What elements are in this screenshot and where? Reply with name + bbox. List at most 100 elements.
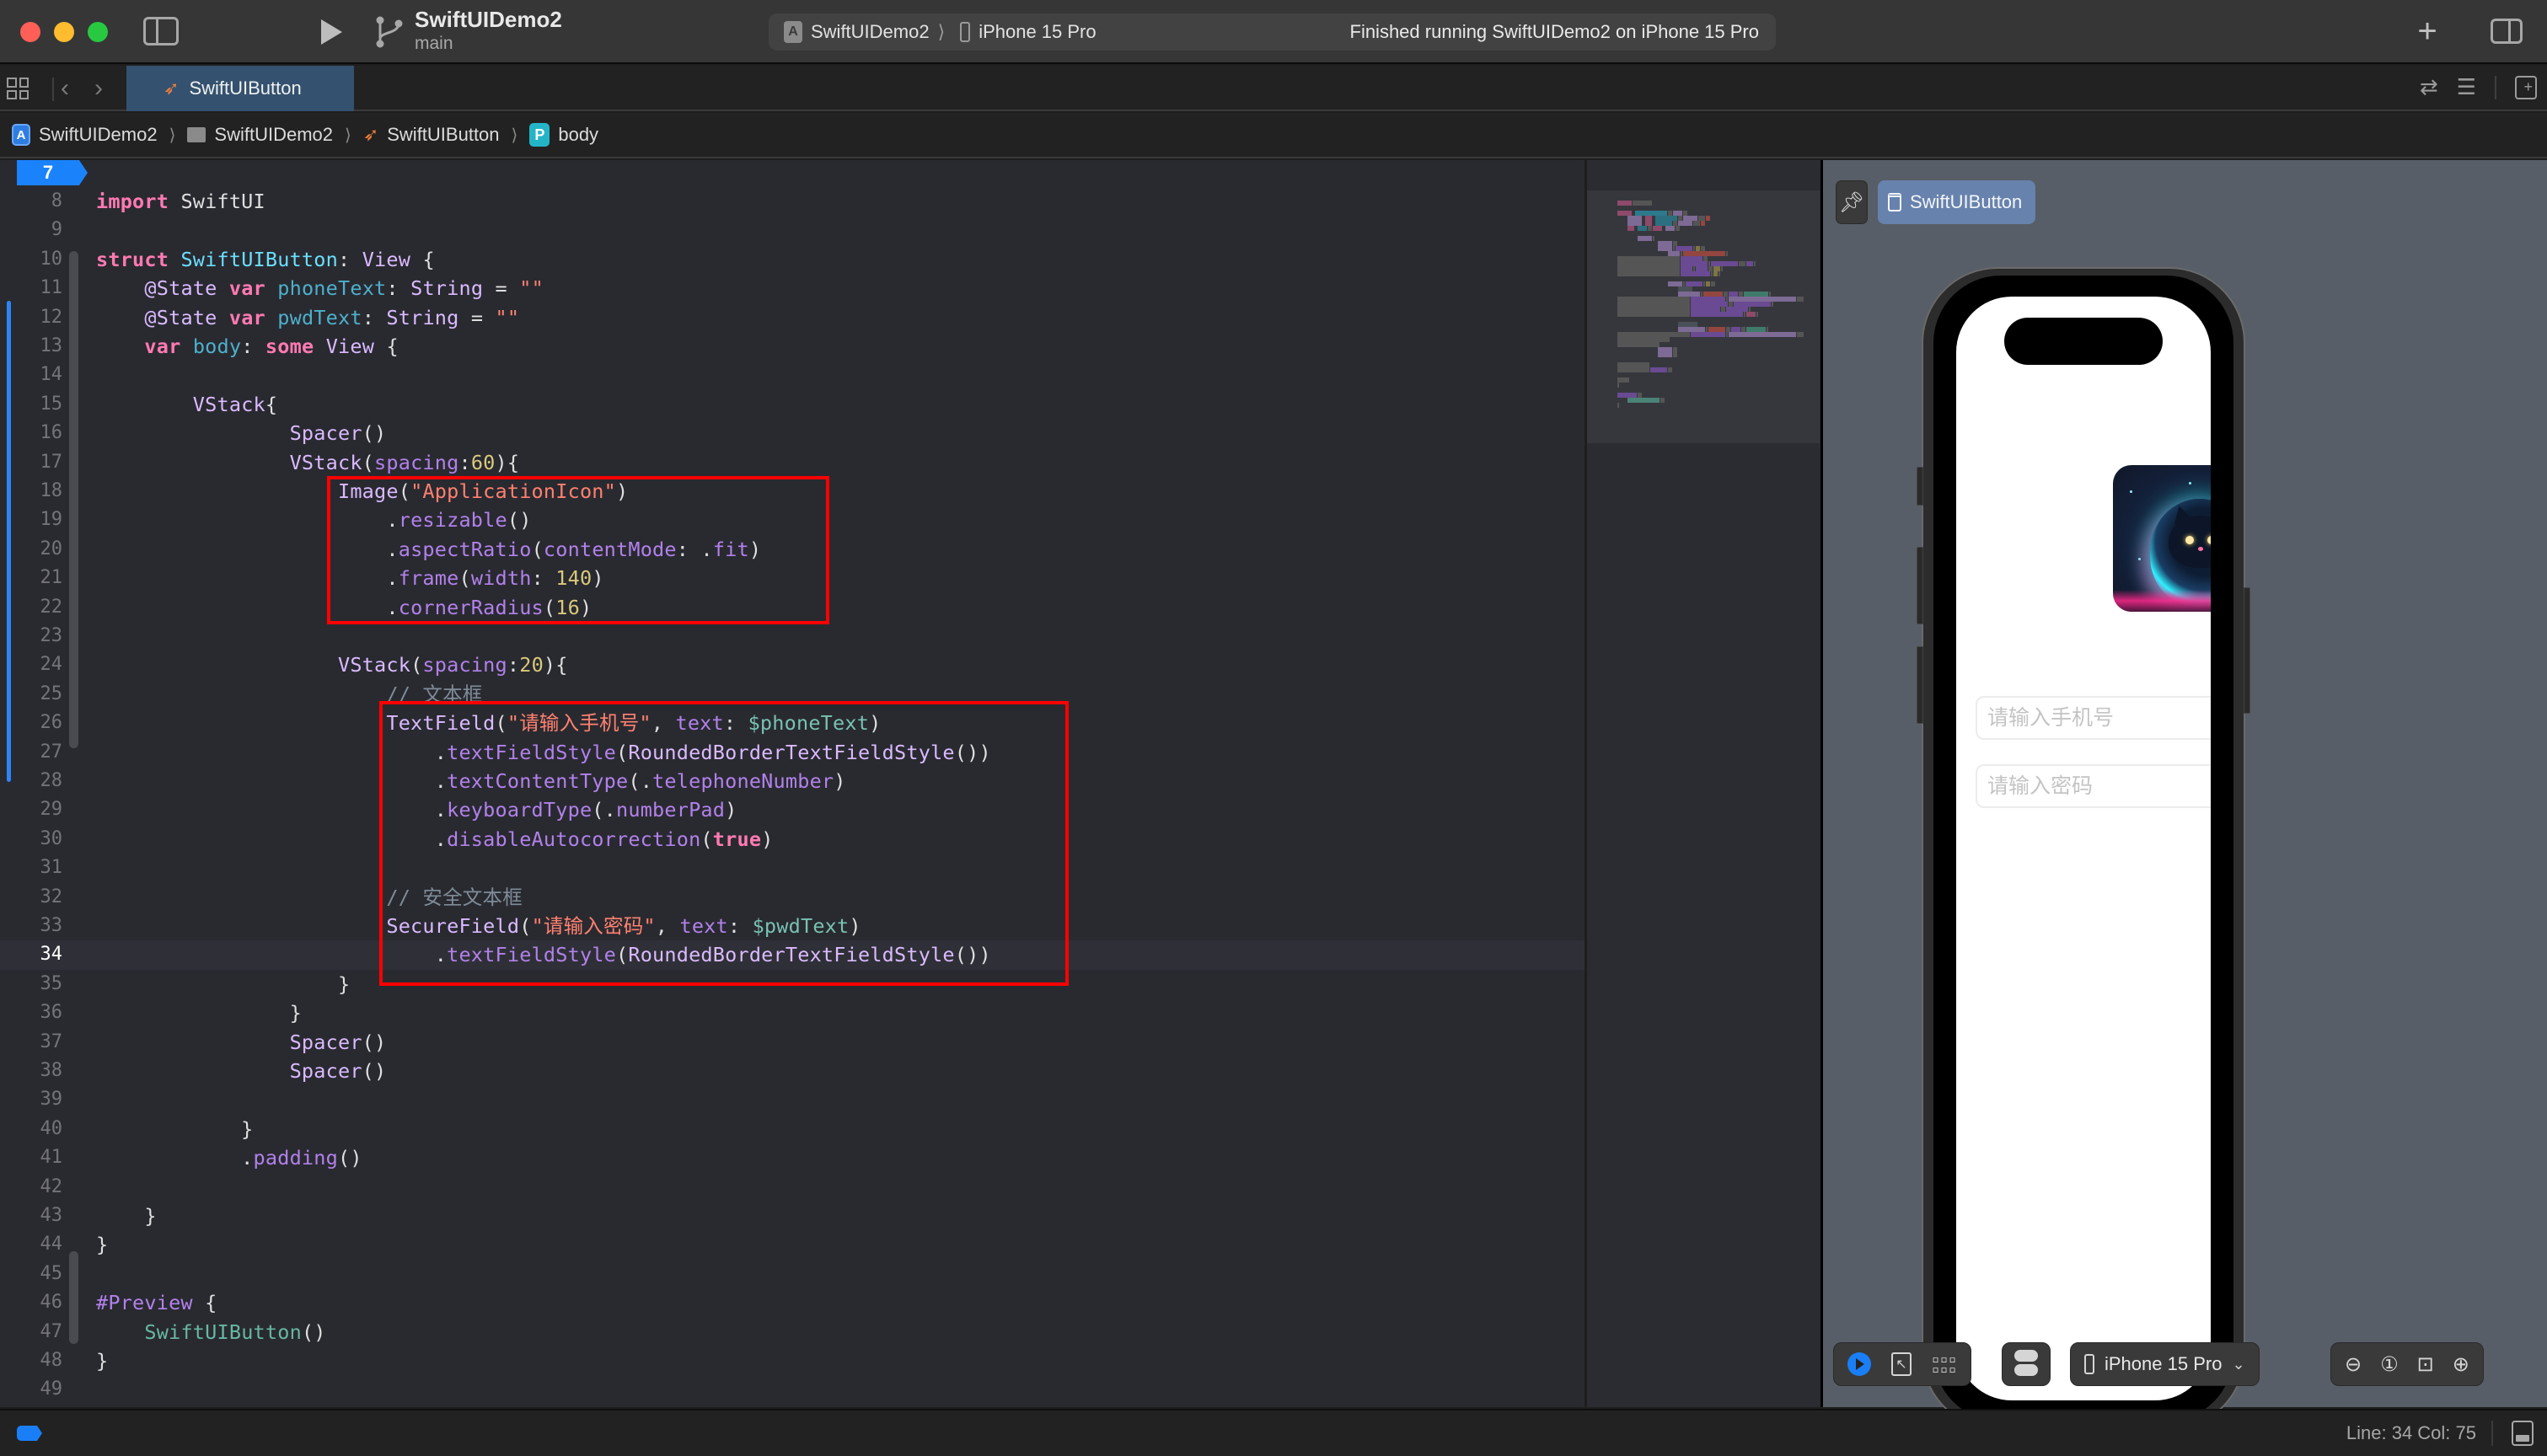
minimap-toggle-icon[interactable]: ☰ bbox=[2457, 74, 2476, 100]
line-number[interactable]: 49 bbox=[0, 1375, 63, 1404]
line-number[interactable]: 27 bbox=[0, 738, 63, 767]
code-line[interactable]: 33 SecureField("请输入密码", text: $pwdText) bbox=[0, 912, 1585, 940]
code-line[interactable]: 46 #Preview { bbox=[0, 1288, 1585, 1317]
breadcrumb-item-group[interactable]: SwiftUIDemo2 bbox=[214, 124, 333, 146]
code-line[interactable]: 29 .keyboardType(.numberPad) bbox=[0, 795, 1585, 824]
code-line[interactable]: 21 .frame(width: 140) bbox=[0, 564, 1585, 592]
code-line[interactable]: 26 TextField("请输入手机号", text: $phoneText) bbox=[0, 709, 1585, 737]
line-number[interactable]: 40 bbox=[0, 1115, 63, 1143]
source-editor[interactable]: 7 8 import SwiftUI 9 10 struct SwiftUIButton… bbox=[0, 160, 1585, 1407]
zoom-fit-icon[interactable]: ⊡ bbox=[2417, 1352, 2434, 1377]
line-number[interactable]: 24 bbox=[0, 650, 63, 679]
code-line[interactable]: 27 .textFieldStyle(RoundedBorderTextFiel… bbox=[0, 738, 1585, 767]
forward-chevron-icon[interactable]: › bbox=[94, 74, 103, 103]
breakpoints-toggle-icon[interactable] bbox=[17, 1426, 42, 1441]
line-number[interactable]: 46 bbox=[0, 1288, 63, 1317]
navigator-toggle-icon[interactable] bbox=[143, 17, 179, 46]
line-marker[interactable]: 7 bbox=[17, 160, 88, 185]
code-line[interactable]: 23 bbox=[0, 622, 1585, 650]
line-number[interactable]: 9 bbox=[0, 216, 62, 244]
line-number[interactable]: 25 bbox=[0, 680, 63, 709]
code-line[interactable]: 40 } bbox=[0, 1115, 1585, 1143]
code-line[interactable]: 41 .padding() bbox=[0, 1143, 1585, 1172]
code-line[interactable]: 16 Spacer() bbox=[0, 419, 1585, 447]
line-number[interactable]: 11 bbox=[0, 274, 63, 302]
line-number[interactable]: 29 bbox=[0, 795, 63, 824]
debug-area-toggle-icon[interactable] bbox=[2512, 1421, 2534, 1446]
line-number[interactable]: 35 bbox=[0, 970, 63, 998]
line-number[interactable]: 10 bbox=[0, 245, 63, 274]
minimap-visible-region[interactable] bbox=[1587, 190, 1820, 443]
line-number[interactable]: 18 bbox=[0, 477, 63, 506]
line-number[interactable]: 44 bbox=[0, 1230, 63, 1259]
code-line[interactable]: 8 import SwiftUI bbox=[0, 187, 1585, 216]
device-settings-button[interactable] bbox=[2002, 1342, 2051, 1386]
line-number[interactable]: 37 bbox=[0, 1028, 63, 1057]
code-line[interactable]: 43 } bbox=[0, 1202, 1585, 1230]
line-number[interactable]: 13 bbox=[0, 332, 63, 361]
swap-icon[interactable]: ⇄ bbox=[2420, 74, 2438, 100]
related-items-grid-icon[interactable] bbox=[7, 78, 29, 99]
code-line[interactable]: 37 Spacer() bbox=[0, 1028, 1585, 1057]
run-button[interactable] bbox=[316, 17, 346, 47]
code-line[interactable]: 47 SwiftUIButton() bbox=[0, 1318, 1585, 1346]
close-window-button[interactable] bbox=[20, 22, 40, 42]
code-line[interactable]: 48} bbox=[0, 1346, 1585, 1375]
code-line[interactable]: 24 VStack(spacing:20){ bbox=[0, 650, 1585, 679]
line-number[interactable]: 30 bbox=[0, 825, 63, 854]
code-line[interactable]: 34 .textFieldStyle(RoundedBorderTextFiel… bbox=[0, 940, 1585, 970]
line-number[interactable]: 17 bbox=[0, 448, 63, 477]
line-number[interactable]: 28 bbox=[0, 767, 63, 795]
breadcrumb-item-file[interactable]: SwiftUIButton bbox=[387, 124, 499, 146]
code-line[interactable]: 44} bbox=[0, 1230, 1585, 1259]
preview-selector-chip[interactable]: SwiftUIButton bbox=[1878, 180, 2036, 224]
tab-swiftuibutton[interactable]: ➶ SwiftUIButton bbox=[126, 66, 354, 111]
minimap[interactable] bbox=[1585, 160, 1820, 1407]
line-number[interactable]: 23 bbox=[0, 622, 63, 650]
line-number[interactable]: 16 bbox=[0, 419, 63, 447]
line-number[interactable]: 47 bbox=[0, 1318, 63, 1346]
code-line[interactable]: 39 bbox=[0, 1085, 1585, 1114]
code-line[interactable]: 13 var body: some View { bbox=[0, 332, 1585, 361]
line-number[interactable]: 12 bbox=[0, 303, 63, 332]
code-line[interactable]: 45 bbox=[0, 1260, 1585, 1288]
code-line[interactable]: 32 // 安全文本框 bbox=[0, 883, 1585, 912]
line-number[interactable]: 32 bbox=[0, 883, 63, 912]
line-number[interactable]: 15 bbox=[0, 390, 63, 419]
code-line[interactable]: 14 bbox=[0, 361, 1585, 389]
breadcrumb-item-symbol[interactable]: body bbox=[558, 124, 598, 146]
code-line[interactable]: 49 bbox=[0, 1375, 1585, 1404]
code-line[interactable]: 28 .textContentType(.telephoneNumber) bbox=[0, 767, 1585, 795]
line-number[interactable]: 20 bbox=[0, 535, 63, 564]
code-line[interactable]: 30 .disableAutocorrection(true) bbox=[0, 825, 1585, 854]
variants-grid-icon[interactable]: ▫▫▫ ▫▫▫ bbox=[1932, 1353, 1957, 1376]
code-line[interactable]: 20 .aspectRatio(contentMode: .fit) bbox=[0, 535, 1585, 564]
line-number[interactable]: 26 bbox=[0, 709, 63, 737]
zoom-actual-icon[interactable]: ① bbox=[2380, 1352, 2399, 1377]
code-line[interactable]: 36 } bbox=[0, 998, 1585, 1027]
code-line[interactable]: 31 bbox=[0, 854, 1585, 882]
branch-name[interactable]: main bbox=[415, 34, 453, 54]
line-number[interactable]: 39 bbox=[0, 1085, 63, 1114]
code-line[interactable]: 9 bbox=[0, 216, 1585, 244]
line-number[interactable]: 43 bbox=[0, 1202, 63, 1230]
line-number[interactable]: 34 bbox=[0, 940, 63, 969]
zoom-window-button[interactable] bbox=[88, 22, 108, 42]
line-number[interactable]: 14 bbox=[0, 361, 63, 389]
inspector-toggle-icon[interactable] bbox=[2491, 19, 2523, 44]
code-line[interactable]: 15 VStack{ bbox=[0, 390, 1585, 419]
code-line[interactable]: 10 struct SwiftUIButton: View { bbox=[0, 245, 1585, 274]
zoom-in-icon[interactable]: ⊕ bbox=[2453, 1352, 2469, 1377]
line-number[interactable]: 19 bbox=[0, 506, 63, 534]
project-name[interactable]: SwiftUIDemo2 bbox=[415, 7, 562, 33]
branch-icon[interactable] bbox=[375, 15, 404, 49]
line-number[interactable]: 42 bbox=[0, 1173, 63, 1202]
pin-preview-button[interactable]: 📌︎ bbox=[1836, 180, 1868, 224]
password-securefield[interactable]: 请输入密码 bbox=[1976, 764, 2211, 808]
line-number[interactable]: 31 bbox=[0, 854, 63, 882]
line-number[interactable]: 22 bbox=[0, 593, 63, 622]
code-line[interactable]: 19 .resizable() bbox=[0, 506, 1585, 534]
code-line[interactable]: 38 Spacer() bbox=[0, 1057, 1585, 1085]
device-picker[interactable]: iPhone 15 Pro ⌄ bbox=[2070, 1342, 2260, 1386]
play-circle-icon[interactable] bbox=[1847, 1352, 1871, 1376]
